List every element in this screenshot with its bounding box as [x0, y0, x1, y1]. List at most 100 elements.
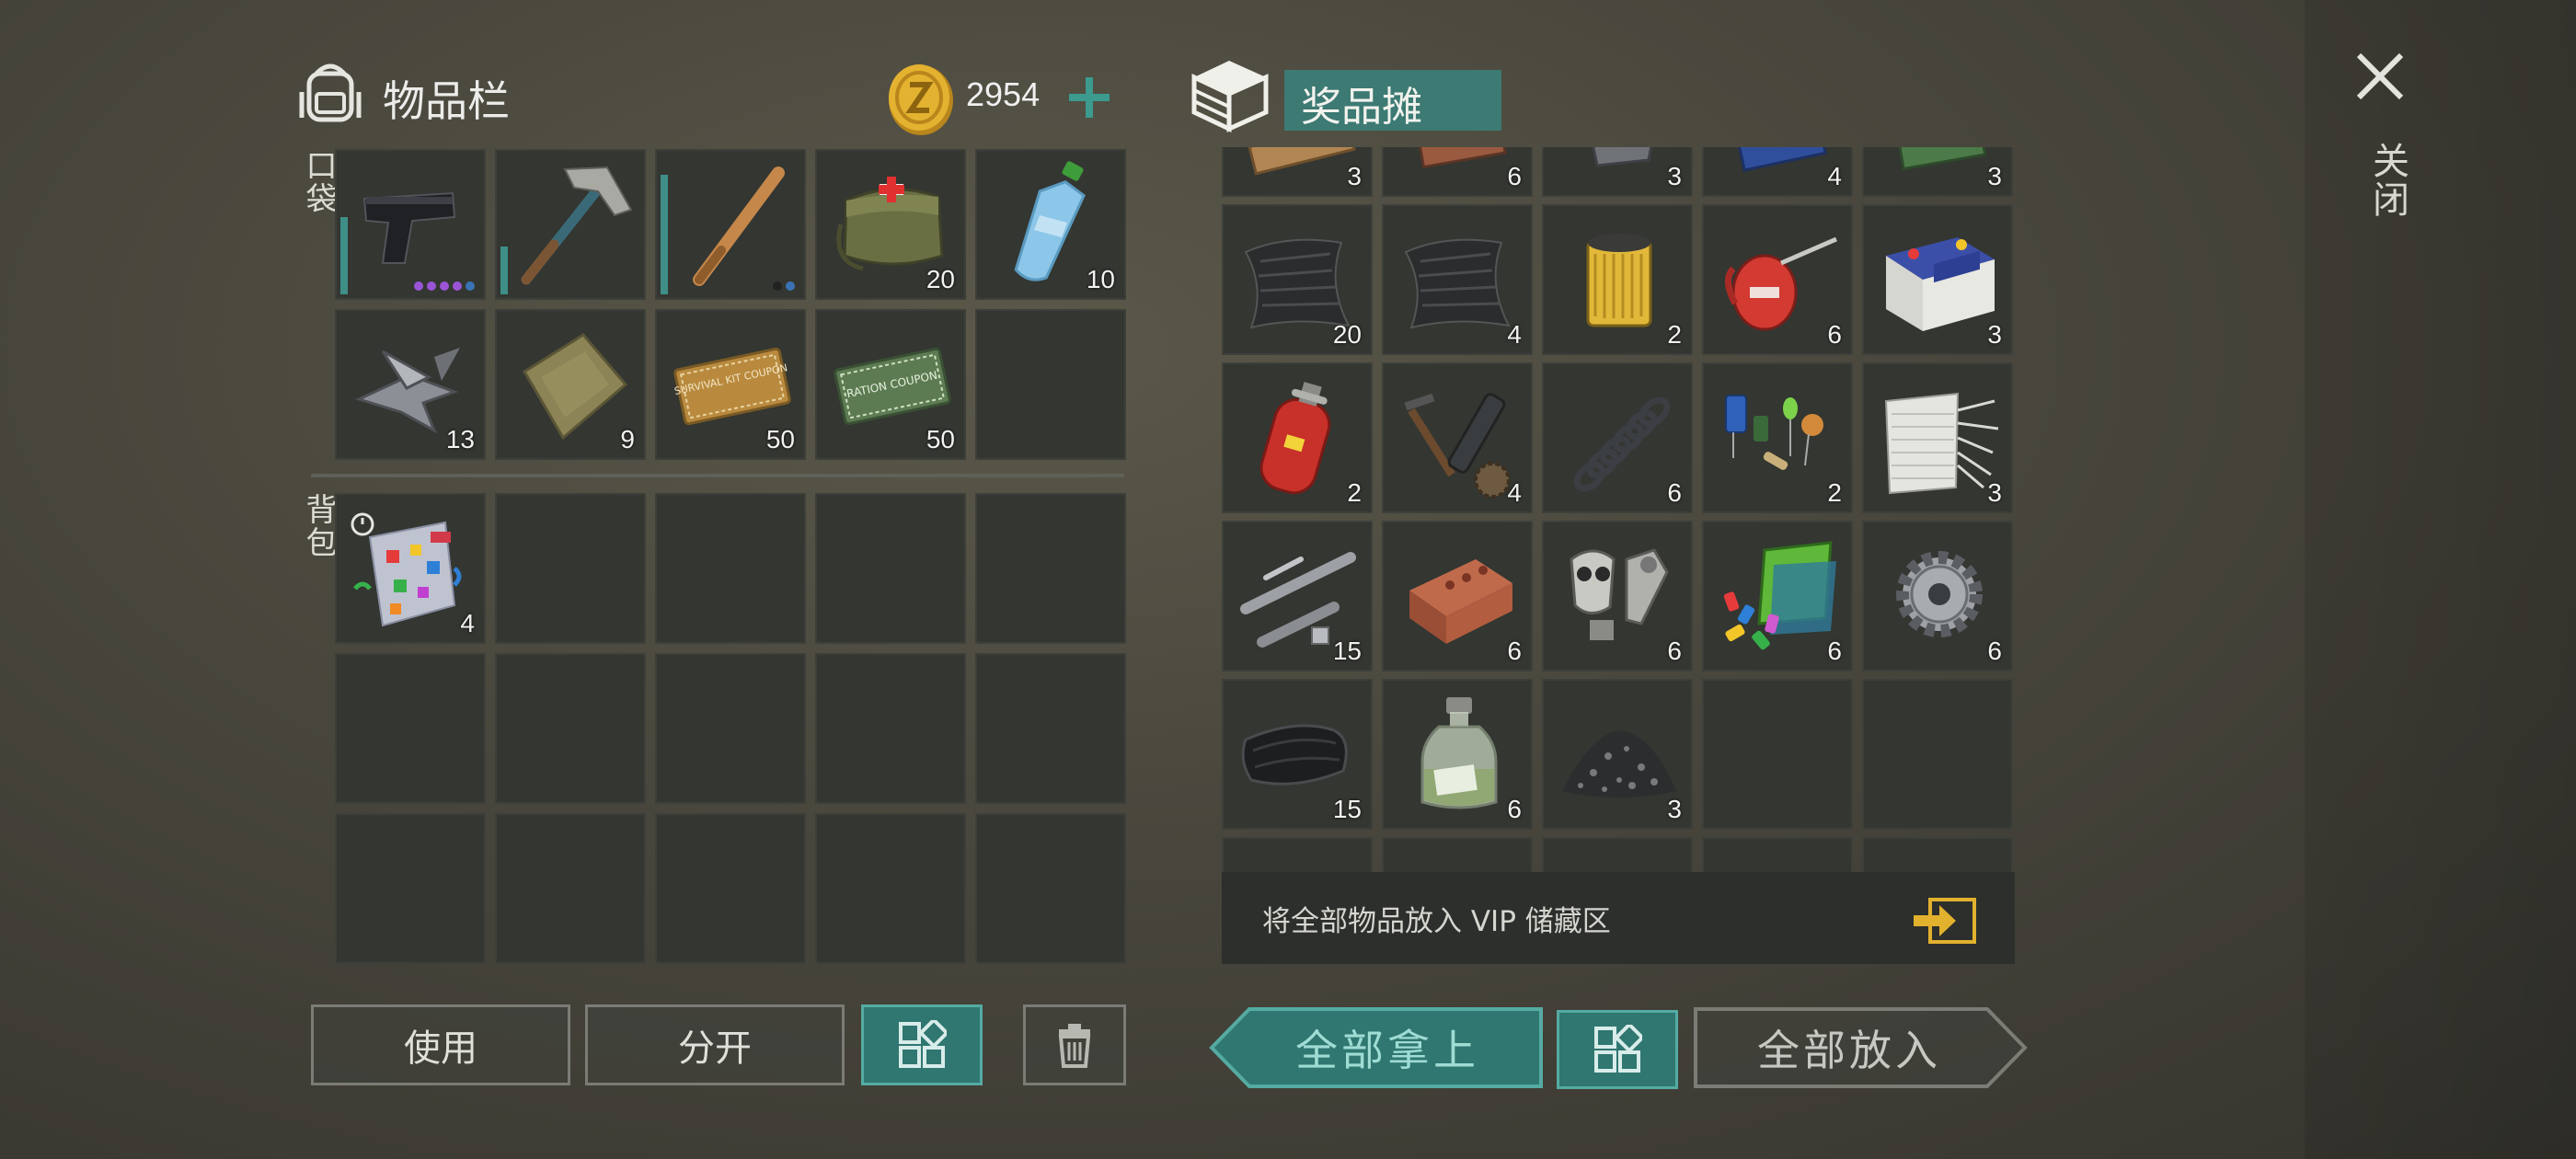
inventory-slot-empty[interactable] — [815, 653, 966, 804]
inventory-slot-empty[interactable] — [975, 309, 1126, 460]
booth-scroll-area[interactable]: 3 6 3 4 3 20 4 2 6 3 2 4 6 2 3 15 6 6 6 … — [1222, 147, 2015, 874]
cogwheel-icon — [1896, 551, 1983, 637]
plastic-parts-icon — [1723, 541, 1836, 650]
close-label[interactable]: 关闭 — [2361, 142, 2414, 219]
booth-slot[interactable]: 15 — [1222, 521, 1373, 671]
put-all-button[interactable]: 全部放入 — [1693, 1006, 2028, 1089]
inventory-slot-empty[interactable] — [655, 813, 806, 964]
inventory-slot-empty[interactable] — [815, 493, 966, 644]
inventory-slot-empty[interactable] — [655, 493, 806, 644]
booth-slot[interactable]: 2 — [1702, 362, 1853, 513]
booth-slot-empty[interactable] — [1542, 837, 1693, 874]
gas-mask-parts-icon — [1570, 548, 1669, 640]
crate-icon — [1191, 61, 1269, 132]
close-icon[interactable] — [2353, 50, 2407, 103]
booth-slot[interactable]: 6 — [1862, 521, 2013, 671]
gear-parts-icon — [1404, 393, 1511, 499]
booth-slot-empty[interactable] — [1862, 837, 2013, 874]
booth-slot[interactable]: 6 — [1382, 679, 1533, 830]
booth-slot[interactable]: 15 — [1222, 679, 1373, 830]
inventory-slot-empty[interactable] — [495, 493, 646, 644]
inventory-slot[interactable] — [335, 149, 486, 300]
item-quantity: 4 — [460, 609, 475, 637]
booth-title: 奖品摊 — [1284, 70, 1501, 131]
inventory-slot[interactable] — [655, 149, 806, 300]
inventory-slot[interactable]: RATION COUPON 50 — [815, 309, 966, 460]
inventory-slot[interactable]: SURVIVAL KIT COUPON 50 — [655, 309, 806, 460]
use-button[interactable]: 使用 — [311, 1004, 570, 1085]
booth-slot[interactable]: 6 — [1382, 521, 1533, 671]
inventory-slot[interactable]: 13 — [335, 309, 486, 460]
oil-can-icon — [1725, 236, 1837, 331]
sort-grid-icon — [1594, 1025, 1642, 1073]
rubber-sheet-icon — [1404, 238, 1511, 329]
booth-slot[interactable]: 2 — [1222, 362, 1373, 513]
booth-slot-empty[interactable] — [1222, 837, 1373, 874]
delete-button[interactable] — [1023, 1004, 1126, 1085]
booth-slot[interactable]: 6 — [1702, 521, 1853, 671]
vip-storage-text: 将全部物品放入 VIP 储藏区 — [1262, 904, 1611, 938]
fiberglass-icon — [1884, 392, 1999, 495]
booth-slot[interactable]: 3 — [1542, 679, 1693, 830]
booth-slot[interactable]: 2 — [1542, 204, 1693, 355]
item-quantity: 50 — [765, 425, 795, 453]
item-quantity: 50 — [926, 425, 955, 453]
inventory-slot-empty[interactable] — [335, 813, 486, 964]
chip-icon — [1897, 147, 1987, 171]
booth-slot[interactable]: 4 — [1382, 362, 1533, 513]
baseball-bat-icon — [693, 166, 785, 286]
inventory-slot-empty[interactable] — [655, 653, 806, 804]
booth-slot-empty[interactable] — [1702, 837, 1853, 874]
booth-slot[interactable]: 20 — [1222, 204, 1373, 355]
inventory-slot-empty[interactable] — [975, 653, 1126, 804]
item-quantity: 3 — [1987, 320, 2002, 349]
booth-slot-empty[interactable] — [1382, 837, 1533, 874]
booth-slot[interactable]: 6 — [1542, 521, 1693, 671]
inventory-slot[interactable]: 9 — [495, 309, 646, 460]
sort-inventory-button[interactable] — [861, 1004, 983, 1085]
booth-slot[interactable]: 4 — [1702, 147, 1853, 197]
sort-booth-button[interactable] — [1557, 1010, 1678, 1089]
inventory-slot[interactable] — [495, 149, 646, 300]
booth-slot[interactable]: 6 — [1382, 147, 1533, 197]
booth-slot[interactable]: 3 — [1862, 147, 2013, 197]
quality-dots — [414, 281, 475, 291]
booth-slot[interactable]: 4 — [1382, 204, 1533, 355]
inventory-slot-empty[interactable] — [495, 653, 646, 804]
booth-slot[interactable]: 3 — [1862, 204, 2013, 355]
move-to-vip-button[interactable] — [1910, 896, 1978, 946]
booth-slot[interactable]: 6 — [1702, 204, 1853, 355]
take-all-button[interactable]: 全部拿上 — [1209, 1006, 1544, 1089]
inventory-slot-empty[interactable] — [815, 813, 966, 964]
hammer-icon — [521, 166, 633, 285]
inventory-slot[interactable]: 4 — [335, 493, 486, 644]
booth-slot-empty[interactable] — [1862, 679, 2013, 830]
inventory-slot-empty[interactable] — [495, 813, 646, 964]
gas-cylinder-icon — [1259, 382, 1331, 495]
add-coins-button[interactable] — [1065, 74, 1113, 121]
booth-slot[interactable]: 3 — [1542, 147, 1693, 197]
item-quantity: 20 — [926, 265, 955, 293]
booth-slot[interactable]: 3 — [1222, 147, 1373, 197]
item-quantity: 20 — [1332, 320, 1362, 349]
item-quantity: 3 — [1667, 162, 1682, 190]
booth-grid: 3 6 3 4 3 20 4 2 6 3 2 4 6 2 3 15 6 6 6 … — [1222, 147, 2013, 874]
split-button[interactable]: 分开 — [585, 1004, 845, 1085]
inventory-slot-empty[interactable] — [335, 653, 486, 804]
inventory-header: 物品栏 2954 — [296, 59, 1124, 151]
brick-icon — [1409, 559, 1512, 644]
sort-grid-icon — [899, 1020, 947, 1068]
booth-slot[interactable]: 6 — [1542, 362, 1693, 513]
pocket-grid: 20 10 13 9 SURVIVAL KIT COUPON 50 RATION… — [335, 149, 1126, 460]
item-quantity: 10 — [1086, 265, 1115, 293]
inventory-slot-empty[interactable] — [975, 813, 1126, 964]
planks-icon — [1248, 147, 1356, 176]
inventory-slot[interactable]: 20 — [815, 149, 966, 300]
booth-slot-empty[interactable] — [1702, 679, 1853, 830]
inventory-slot[interactable]: 10 — [975, 149, 1126, 300]
bricks-top-icon — [1417, 147, 1507, 169]
inventory-slot-empty[interactable] — [975, 493, 1126, 644]
vip-storage-bar: 将全部物品放入 VIP 储藏区 — [1222, 872, 2015, 964]
item-quantity: 4 — [1507, 478, 1522, 507]
booth-slot[interactable]: 3 — [1862, 362, 2013, 513]
